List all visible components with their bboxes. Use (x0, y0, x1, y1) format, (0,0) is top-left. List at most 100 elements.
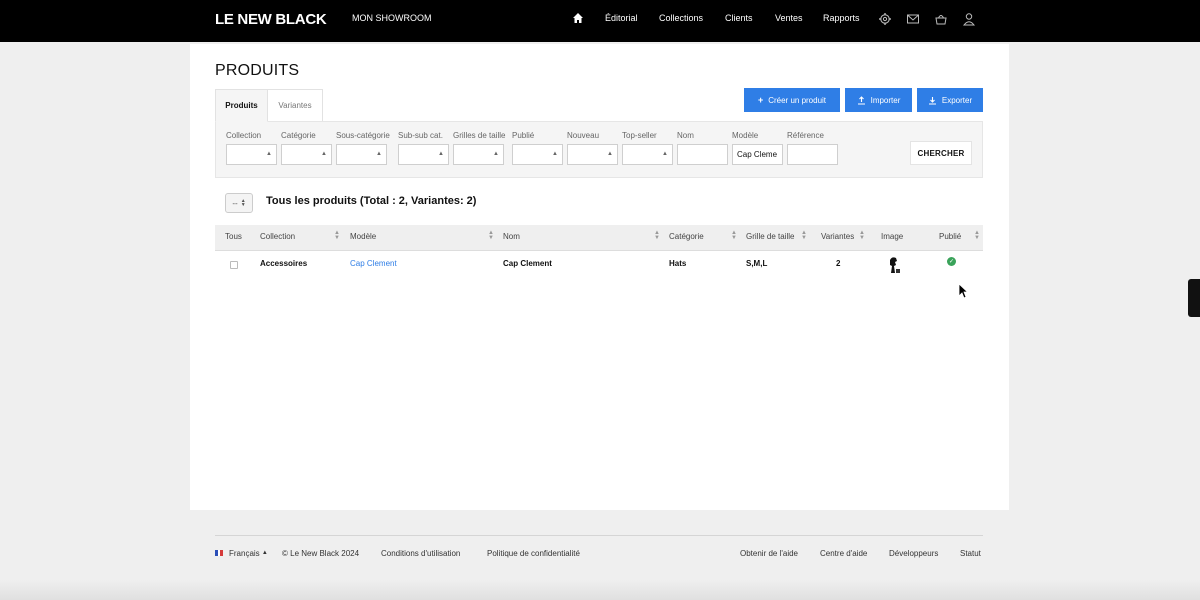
footer-copyright: © Le New Black 2024 (282, 549, 360, 558)
top-navbar: LE NEW BLACK MON SHOWROOM Éditorial Coll… (0, 0, 1200, 42)
export-button[interactable]: Exporter (917, 88, 983, 112)
col-nom[interactable]: Nom (503, 232, 520, 241)
create-product-label: Créer un produit (768, 95, 827, 105)
footer-link-help-center[interactable]: Centre d'aide (820, 549, 867, 558)
col-collection[interactable]: Collection (260, 232, 295, 241)
filter-label-categorie: Catégorie (281, 131, 316, 140)
footer-link-conditions[interactable]: Conditions d'utilisation (381, 549, 460, 558)
filter-label-modele: Modèle (732, 131, 759, 140)
caret-icon: ▲ (321, 151, 327, 157)
col-image: Image (881, 232, 904, 241)
sub-sub-cat-select[interactable]: ▲ (398, 144, 449, 165)
collection-select[interactable]: ▲ (226, 144, 277, 165)
filter-label-top-seller: Top-seller (622, 131, 657, 140)
caret-icon: ▲ (552, 151, 558, 157)
caret-icon: ▲ (493, 151, 499, 157)
basket-icon[interactable] (934, 12, 948, 26)
tab-produits[interactable]: Produits (215, 89, 268, 122)
sort-icon[interactable]: ▲ ▼ (974, 230, 980, 241)
filter-label-reference: Référence (787, 131, 824, 140)
brand-logo[interactable]: LE NEW BLACK (215, 11, 327, 28)
language-label: Français (229, 549, 260, 558)
grilles-select[interactable]: ▲ (453, 144, 504, 165)
table-header (215, 225, 983, 251)
bottom-shadow (0, 580, 1200, 600)
col-variantes[interactable]: Variantes (821, 232, 854, 241)
filter-label-sub-sub-cat: Sub-sub cat. (398, 131, 443, 140)
cell-grille: S,M,L (746, 259, 768, 268)
top-seller-select[interactable]: ▲ (622, 144, 673, 165)
filter-label-collection: Collection (226, 131, 262, 140)
col-publie[interactable]: Publié (939, 232, 961, 241)
footer-link-help[interactable]: Obtenir de l'aide (740, 549, 798, 558)
nav-clients[interactable]: Clients (725, 13, 753, 23)
nav-editorial[interactable]: Éditorial (605, 13, 638, 23)
categorie-select[interactable]: ▲ (281, 144, 332, 165)
mouse-cursor-icon (958, 283, 968, 299)
import-button[interactable]: Importer (845, 88, 912, 112)
caret-icon: ▲ (266, 151, 272, 157)
nav-ventes[interactable]: Ventes (775, 13, 803, 23)
published-check-icon: ✓ (947, 257, 956, 266)
page-size-select[interactable]: -- ▲ ▼ (225, 193, 253, 213)
publie-select[interactable]: ▲ (512, 144, 563, 165)
cell-modele-link[interactable]: Cap Clement (350, 259, 397, 268)
footer-link-status[interactable]: Statut (960, 549, 981, 558)
sort-icon[interactable]: ▲ ▼ (859, 230, 865, 241)
cell-variantes: 2 (836, 259, 841, 268)
cell-categorie: Hats (669, 259, 687, 268)
row-checkbox[interactable] (230, 261, 238, 269)
caret-icon: ▲ (438, 151, 444, 157)
filter-label-nom: Nom (677, 131, 694, 140)
col-categorie[interactable]: Catégorie (669, 232, 704, 241)
nav-collections[interactable]: Collections (659, 13, 703, 23)
page-title: PRODUITS (215, 62, 300, 79)
caret-icon: ▲ (607, 151, 613, 157)
language-selector[interactable]: Français ▲ (229, 549, 268, 558)
col-grille[interactable]: Grille de taille (746, 232, 794, 241)
sort-icon[interactable]: ▲ ▼ (654, 230, 660, 241)
filter-label-nouveau: Nouveau (567, 131, 600, 140)
cell-collection: Accessoires (260, 259, 308, 268)
sous-categorie-select[interactable]: ▲ (336, 144, 387, 165)
nouveau-select[interactable]: ▲ (567, 144, 618, 165)
nav-rapports[interactable]: Rapports (823, 13, 860, 23)
nom-input[interactable] (677, 144, 728, 165)
col-tous[interactable]: Tous (225, 232, 242, 241)
modele-input[interactable] (732, 144, 783, 165)
sort-arrows-icon: ▲ ▼ (240, 198, 246, 208)
tab-variantes[interactable]: Variantes (267, 89, 323, 122)
filter-label-grilles: Grilles de taille (453, 131, 506, 140)
sort-icon[interactable]: ▲ ▼ (801, 230, 807, 241)
products-summary: Tous les produits (Total : 2, Variantes:… (266, 195, 477, 207)
download-icon (928, 96, 936, 105)
export-label: Exporter (941, 95, 973, 105)
page-size-value: -- (232, 198, 238, 208)
footer-link-privacy[interactable]: Politique de confidentialité (487, 549, 580, 558)
flag-fr-icon (215, 550, 224, 556)
filter-label-sous-categorie: Sous-catégorie (336, 131, 390, 140)
user-icon[interactable] (962, 12, 976, 26)
col-modele[interactable]: Modèle (350, 232, 376, 241)
import-label: Importer (870, 95, 901, 105)
cell-nom: Cap Clement (503, 259, 552, 268)
upload-icon (857, 95, 865, 105)
caret-up-icon: ▲ (261, 550, 268, 556)
sort-icon[interactable]: ▲ ▼ (731, 230, 737, 241)
filter-label-publie: Publié (512, 131, 535, 140)
sort-icon[interactable]: ▲ ▼ (334, 230, 340, 241)
reference-input[interactable] (787, 144, 838, 165)
gear-icon[interactable] (878, 12, 892, 26)
side-feedback-tab[interactable] (1188, 279, 1200, 317)
product-thumbnail[interactable] (887, 256, 901, 274)
home-icon[interactable] (572, 12, 584, 24)
search-button[interactable]: CHERCHER (910, 141, 972, 165)
sort-icon[interactable]: ▲ ▼ (488, 230, 494, 241)
footer-divider (215, 535, 983, 536)
caret-icon: ▲ (662, 151, 668, 157)
showroom-link[interactable]: MON SHOWROOM (352, 13, 432, 23)
plus-icon: + (757, 95, 764, 105)
mail-icon[interactable] (906, 12, 920, 26)
create-product-button[interactable]: + Créer un produit (744, 88, 840, 112)
footer-link-developers[interactable]: Développeurs (889, 549, 938, 558)
